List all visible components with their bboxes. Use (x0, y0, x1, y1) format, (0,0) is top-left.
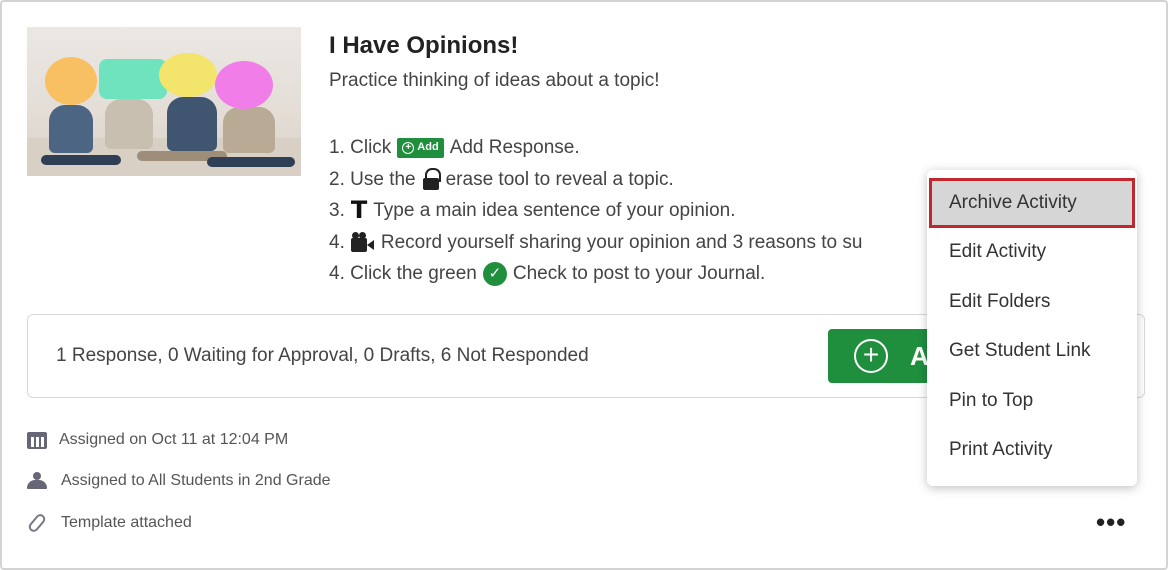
speech-bubble-orange (45, 57, 97, 105)
step-4: 4. Record yourself sharing your opinion … (329, 231, 863, 253)
instruction-steps: 1. Click + Add Add Response. 2. Use the e… (329, 132, 949, 290)
text-t-icon: T (350, 196, 368, 224)
step-5: 4. Click the green ✓ Check to post to yo… (329, 261, 766, 286)
activity-card: I Have Opinions! Practice thinking of id… (0, 0, 1168, 570)
check-circle-icon: ✓ (482, 261, 507, 286)
response-status-text: 1 Response, 0 Waiting for Approval, 0 Dr… (56, 345, 589, 366)
users-icon (27, 472, 49, 490)
plus-circle-icon: + (402, 141, 415, 154)
menu-item-pin-to-top[interactable]: Pin to Top (927, 376, 1137, 426)
step-2: 2. Use the erase tool to reveal a topic. (329, 168, 674, 191)
menu-item-edit-folders[interactable]: Edit Folders (927, 277, 1137, 327)
step-3: 3. T Type a main idea sentence of your o… (329, 195, 949, 227)
more-options-button[interactable]: ••• (1096, 509, 1126, 535)
activity-title: I Have Opinions! (329, 32, 519, 59)
template-row: Template attached (26, 512, 192, 534)
menu-item-get-student-link[interactable]: Get Student Link (927, 327, 1137, 377)
lock-icon (422, 168, 441, 191)
menu-item-archive-activity[interactable]: Archive Activity (929, 178, 1135, 228)
calendar-icon (27, 431, 47, 449)
menu-item-print-activity[interactable]: Print Activity (927, 426, 1137, 476)
activity-options-menu: Archive Activity Edit Activity Edit Fold… (927, 170, 1137, 486)
add-chip: + Add (397, 137, 444, 158)
speech-bubble-mint (99, 59, 167, 99)
plus-circle-icon: + (854, 339, 888, 373)
speech-bubble-yellow (159, 53, 217, 97)
paperclip-icon (26, 512, 48, 534)
step-1: 1. Click + Add Add Response. (329, 137, 580, 158)
assigned-to-row: Assigned to All Students in 2nd Grade (27, 472, 331, 490)
activity-thumbnail (27, 27, 301, 176)
menu-item-edit-activity[interactable]: Edit Activity (927, 228, 1137, 278)
video-camera-icon (350, 232, 375, 253)
assigned-on-row: Assigned on Oct 11 at 12:04 PM (27, 431, 288, 449)
activity-subtitle: Practice thinking of ideas about a topic… (329, 70, 660, 91)
speech-bubble-pink (215, 61, 273, 109)
